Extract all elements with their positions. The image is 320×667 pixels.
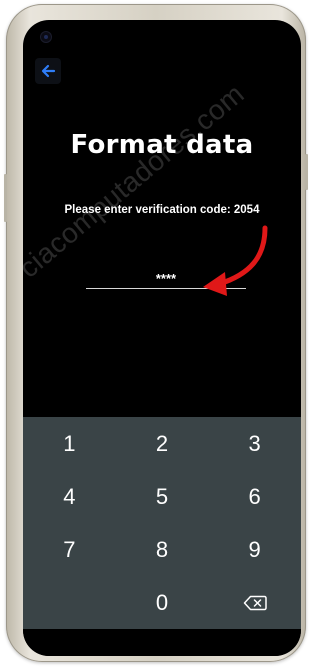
red-arrow-icon (203, 225, 268, 296)
front-camera (41, 32, 51, 42)
verification-prompt: Please enter verification code: 2054 (64, 204, 260, 216)
key-8[interactable]: 8 (116, 523, 209, 576)
key-0[interactable]: 0 (116, 576, 209, 629)
screen: ciacomputadores.com Format data Please e… (23, 20, 301, 656)
bottom-bar (23, 629, 301, 656)
back-arrow-icon (41, 64, 56, 78)
phone-frame: ciacomputadores.com Format data Please e… (4, 4, 308, 662)
key-6[interactable]: 6 (208, 470, 301, 523)
key-empty (23, 576, 116, 629)
key-9[interactable]: 9 (208, 523, 301, 576)
numeric-keypad: 1 2 3 4 5 6 7 8 9 0 (23, 417, 301, 629)
backspace-key[interactable] (208, 576, 301, 629)
power-button (305, 154, 308, 190)
back-button[interactable] (35, 58, 61, 84)
key-7[interactable]: 7 (23, 523, 116, 576)
key-4[interactable]: 4 (23, 470, 116, 523)
key-3[interactable]: 3 (208, 417, 301, 470)
page-title: Format data (70, 130, 254, 160)
backspace-icon (243, 595, 267, 610)
key-2[interactable]: 2 (116, 417, 209, 470)
key-5[interactable]: 5 (116, 470, 209, 523)
volume-button (4, 174, 7, 222)
key-1[interactable]: 1 (23, 417, 116, 470)
